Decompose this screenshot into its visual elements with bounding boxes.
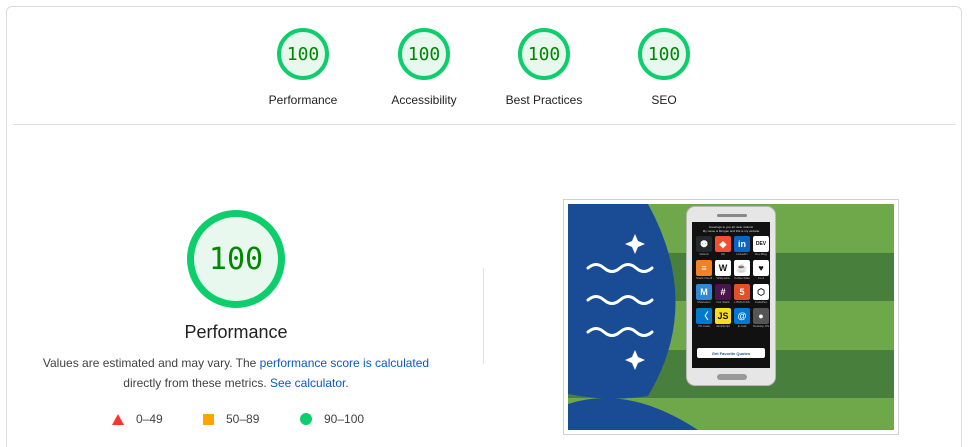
legend-fail: 0–49 — [112, 412, 163, 426]
app-tile: ☕ Coffee Date — [734, 260, 750, 281]
app-tile: ⬡ CodePen — [753, 284, 769, 305]
app-tile: DEV Dev.Blog — [753, 236, 769, 257]
github-icon: ⚉ — [696, 236, 712, 252]
gauge-label: Best Practices — [505, 93, 583, 107]
coffee-icon: ☕ — [734, 260, 750, 276]
section-divider — [13, 124, 956, 125]
app-caption: VS Code — [697, 324, 710, 328]
gauge-performance[interactable]: 100 Performance — [243, 28, 363, 108]
description-text: directly from these metrics. — [123, 376, 270, 390]
phone-screen: Greetings to you all, dear visitors! My … — [692, 222, 770, 368]
app-caption: HTML/CSS — [734, 300, 750, 304]
legend-average: 50–89 — [203, 412, 259, 426]
phone-home-button — [717, 374, 747, 380]
gauge-label: Accessibility — [391, 93, 457, 107]
final-screenshot[interactable]: Greetings to you all, dear visitors! My … — [563, 199, 899, 435]
performance-title: Performance — [184, 322, 288, 342]
email-icon: @ — [734, 308, 750, 324]
app-caption: LinkedIn — [736, 252, 748, 256]
app-caption: Wikipedia — [716, 276, 730, 280]
app-tile: 5 HTML/CSS — [734, 284, 750, 305]
app-caption: Desktop OS — [753, 324, 769, 328]
app-tile: # Our Slack — [715, 284, 731, 305]
gauge-label: SEO — [651, 93, 677, 107]
score-legend: 0–49 50–89 90–100 — [0, 412, 480, 428]
wikipedia-icon: W — [715, 260, 731, 276]
gauge-score: 100 — [638, 28, 690, 80]
git-icon: ◆ — [715, 236, 731, 252]
app-tile: ⚉ GitHub — [696, 236, 712, 257]
app-tile: W Wikipedia — [715, 260, 731, 281]
app-tile: JS JavaScript — [715, 308, 731, 329]
legend-pass: 90–100 — [300, 412, 364, 426]
app-tile: ≡Stack Overflow — [696, 260, 712, 281]
mastodon-icon: M — [696, 284, 712, 300]
app-caption: Mastodon — [697, 300, 711, 304]
kofi-icon: ♥ — [753, 260, 769, 276]
app-tile: in LinkedIn — [734, 236, 750, 257]
gauge-score: 100 — [277, 28, 329, 80]
app-tile: ● Desktop OS — [753, 308, 769, 329]
triangle-icon — [112, 413, 124, 425]
performance-score-gauge: 100 — [187, 210, 285, 308]
gauge-score: 100 — [518, 28, 570, 80]
performance-description: Values are estimated and may vary. The p… — [26, 353, 446, 393]
legend-range: 50–89 — [226, 412, 260, 426]
codepen-icon: ⬡ — [753, 284, 769, 300]
vertical-divider — [483, 268, 484, 364]
legend-range: 0–49 — [136, 412, 163, 426]
app-caption: Git — [721, 252, 725, 256]
phone-speaker — [717, 214, 747, 217]
gauge-label: Performance — [268, 93, 338, 107]
app-caption: Dev.Blog — [755, 252, 767, 256]
app-grid: ⚉ GitHub ◆ Git in LinkedIn DEV Dev.Blog ≡ Stack O… — [692, 236, 770, 329]
see-calculator-link[interactable]: See calculator. — [270, 376, 349, 390]
app-caption: CodePen — [754, 300, 768, 304]
slack-icon: # — [715, 284, 731, 300]
javascript-icon: JS — [715, 308, 731, 324]
gauge-score: 100 — [398, 28, 450, 80]
screenshot-image: Greetings to you all, dear visitors! My … — [568, 204, 894, 430]
app-tile: 〈 VS Code — [696, 308, 712, 329]
gauge-best-practices[interactable]: 100 Best Practices — [484, 28, 604, 108]
app-caption: Our Slack — [716, 300, 730, 304]
app-caption: E-mail — [737, 324, 747, 328]
gauge-accessibility[interactable]: 100 Accessibility — [364, 28, 484, 108]
stackoverflow-icon: ≡ — [696, 260, 712, 276]
apple-icon: ● — [753, 308, 769, 324]
app-tile: M Mastodon — [696, 284, 712, 305]
description-text: Values are estimated and may vary. The — [42, 356, 260, 370]
score-summary: 100 Performance 100 Accessibility 100 Be… — [0, 28, 968, 118]
square-icon — [203, 413, 214, 425]
greeting-line: My name is Morgan and this is my website — [702, 229, 760, 233]
app-caption: Ko-fi — [757, 276, 765, 280]
vscode-icon: 〈 — [696, 308, 712, 324]
legend-range: 90–100 — [324, 412, 365, 426]
devto-icon: DEV — [753, 236, 769, 252]
performance-score-link[interactable]: performance score is calculated — [260, 356, 429, 370]
get-quotes-button: Get Favorite Quotes — [697, 348, 765, 358]
circle-icon — [300, 413, 312, 425]
app-caption: Stack Overflow — [696, 276, 712, 280]
gauge-seo[interactable]: 100 SEO — [604, 28, 724, 108]
app-caption: JavaScript — [715, 324, 730, 328]
app-tile: @ E-mail — [734, 308, 750, 329]
phone-mockup: Greetings to you all, dear visitors! My … — [686, 206, 776, 386]
html5-icon: 5 — [734, 284, 750, 300]
app-tile: ◆ Git — [715, 236, 731, 257]
app-caption: Coffee Date — [734, 276, 750, 280]
app-tile: ♥ Ko-fi — [753, 260, 769, 281]
linkedin-icon: in — [734, 236, 750, 252]
phone-greeting: Greetings to you all, dear visitors! My … — [692, 222, 770, 236]
app-caption: GitHub — [699, 252, 709, 256]
